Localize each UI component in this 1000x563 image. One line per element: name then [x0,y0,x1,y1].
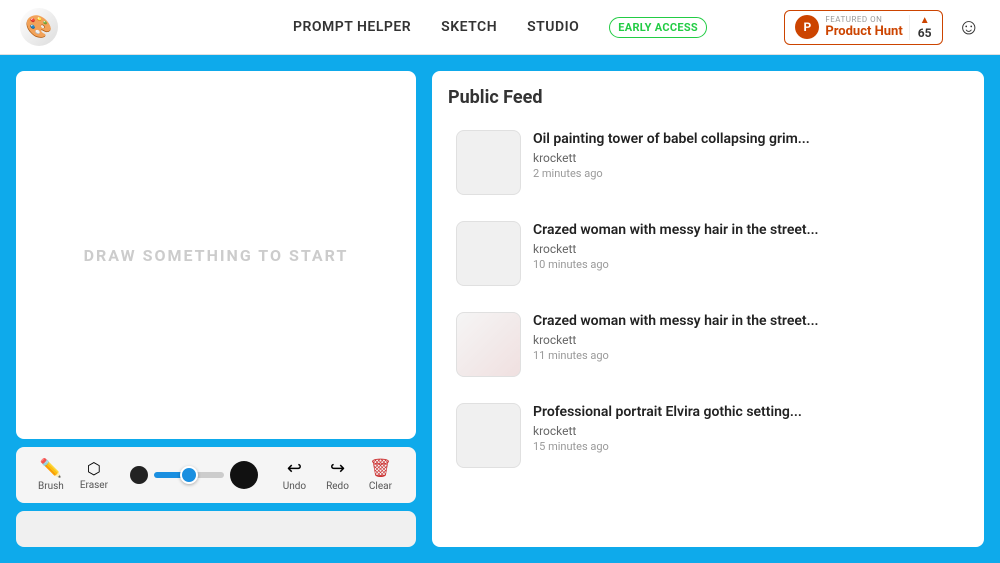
feed-item-info: Crazed woman with messy hair in the stre… [533,312,960,362]
feed-item[interactable]: Crazed woman with messy hair in the stre… [448,304,968,385]
drawing-toolbar: ✏️ Brush ⬡ Eraser ↩ Undo [16,447,416,503]
feed-item-info: Crazed woman with messy hair in the stre… [533,221,960,271]
undo-icon: ↩ [287,458,302,479]
color-dot-small [130,466,148,484]
feed-item-title: Oil painting tower of babel collapsing g… [533,130,960,148]
feed-item[interactable]: Crazed woman with messy hair in the stre… [448,213,968,294]
feed-items-list: Oil painting tower of babel collapsing g… [448,122,968,476]
logo[interactable]: 🎨 [20,8,58,46]
color-size-group [130,461,258,489]
nav-studio[interactable]: STUDIO [527,19,579,35]
brush-label: Brush [38,481,64,492]
feed-item-info: Professional portrait Elvira gothic sett… [533,403,960,453]
ph-count-group: ▲ 65 [909,15,932,40]
redo-button[interactable]: ↪ Redo [318,454,357,496]
logo-icon: 🎨 [25,15,52,40]
feed-item-user: krockett [533,424,960,438]
tool-group: ✏️ Brush ⬡ Eraser [32,454,114,496]
header-left: 🎨 [20,8,58,46]
ph-arrow-icon: ▲ [920,15,930,26]
feed-item-user: krockett [533,333,960,347]
feed-item-info: Oil painting tower of babel collapsing g… [533,130,960,180]
header: 🎨 PROMPT HELPER SKETCH STUDIO EARLY ACCE… [0,0,1000,55]
product-hunt-button[interactable]: P FEATURED ON Product Hunt ▲ 65 [784,10,942,45]
clear-button[interactable]: 🗑 Clear [361,454,400,496]
size-slider[interactable] [154,472,224,478]
feed-item-title: Crazed woman with messy hair in the stre… [533,221,960,239]
size-slider-container [154,472,224,478]
nav-sketch[interactable]: SKETCH [441,19,497,35]
feed-thumbnail [456,403,521,468]
eraser-icon: ⬡ [87,459,101,478]
feed-thumbnail [456,312,521,377]
ph-count-number: 65 [918,26,932,40]
early-access-badge[interactable]: EARLY ACCESS [609,17,707,38]
feed-item[interactable]: Professional portrait Elvira gothic sett… [448,395,968,476]
feed-item-user: krockett [533,242,960,256]
feed-thumbnail [456,130,521,195]
main-nav: PROMPT HELPER SKETCH STUDIO EARLY ACCESS [293,17,707,38]
nav-prompt-helper[interactable]: PROMPT HELPER [293,19,411,35]
canvas-placeholder: DRAW SOMETHING TO START [84,246,349,265]
product-hunt-icon: P [795,15,819,39]
public-feed: Public Feed Oil painting tower of babel … [432,71,984,547]
bottom-strip [16,511,416,547]
redo-label: Redo [326,481,349,492]
ph-featured-label: FEATURED ON [825,15,902,24]
canvas-section: DRAW SOMETHING TO START ✏️ Brush ⬡ Erase… [16,71,416,547]
feed-item-user: krockett [533,151,960,165]
ph-product-label: Product Hunt [825,24,902,39]
redo-icon: ↪ [330,458,345,479]
feed-title: Public Feed [448,87,968,108]
drawing-canvas[interactable]: DRAW SOMETHING TO START [16,71,416,439]
clear-icon: 🗑 [369,458,392,479]
main-content: DRAW SOMETHING TO START ✏️ Brush ⬡ Erase… [0,55,1000,563]
header-right: P FEATURED ON Product Hunt ▲ 65 ☺ [784,10,980,45]
product-hunt-text: FEATURED ON Product Hunt [825,15,902,39]
clear-label: Clear [369,481,392,492]
brush-icon: ✏️ [40,458,62,479]
profile-icon[interactable]: ☺ [958,14,980,40]
color-picker-dot[interactable] [230,461,258,489]
eraser-label: Eraser [80,480,108,491]
feed-item-time: 15 minutes ago [533,440,960,453]
eraser-tool-button[interactable]: ⬡ Eraser [74,455,114,495]
feed-item-time: 11 minutes ago [533,349,960,362]
action-group: ↩ Undo ↪ Redo 🗑 Clear [275,454,400,496]
feed-item-title: Professional portrait Elvira gothic sett… [533,403,960,421]
undo-label: Undo [283,481,306,492]
undo-button[interactable]: ↩ Undo [275,454,314,496]
feed-item[interactable]: Oil painting tower of babel collapsing g… [448,122,968,203]
feed-item-time: 2 minutes ago [533,167,960,180]
brush-tool-button[interactable]: ✏️ Brush [32,454,70,496]
feed-item-title: Crazed woman with messy hair in the stre… [533,312,960,330]
feed-thumbnail [456,221,521,286]
feed-item-time: 10 minutes ago [533,258,960,271]
